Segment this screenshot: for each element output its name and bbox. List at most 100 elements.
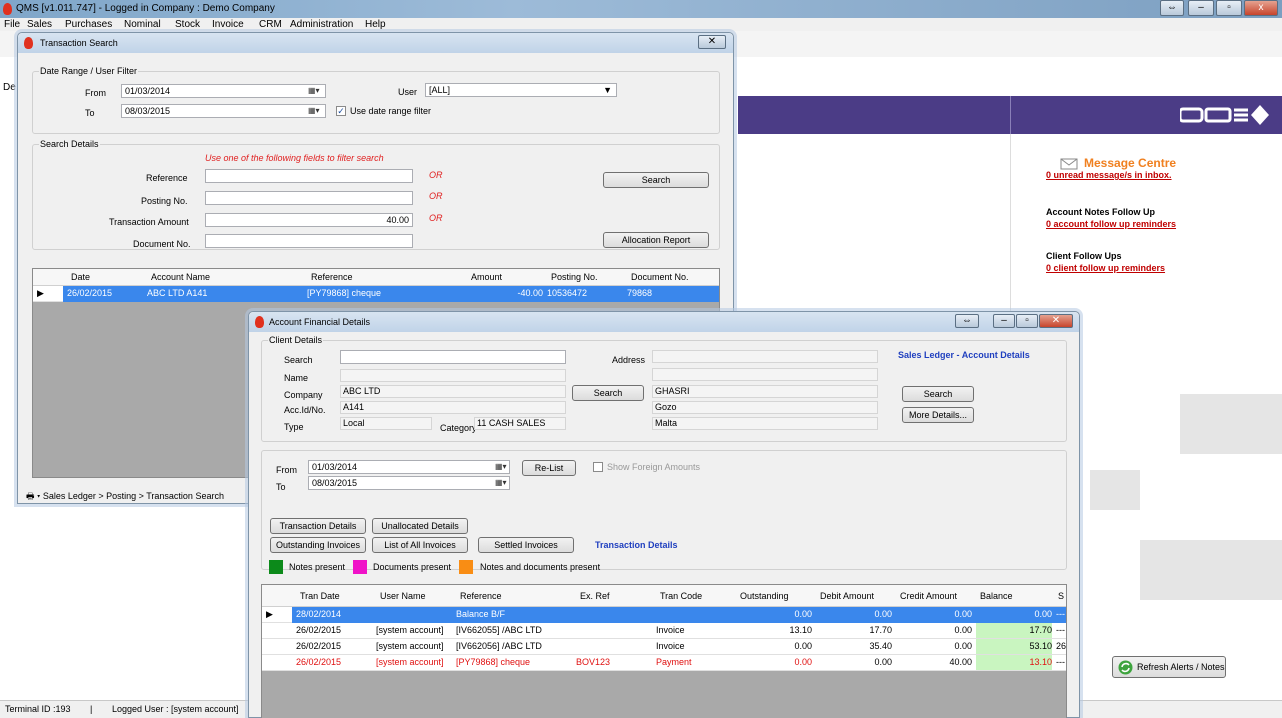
close-window-icon[interactable]: ✕	[698, 35, 726, 49]
cell-reference: Balance B/F	[456, 609, 506, 619]
date-range-group: Date Range / User Filter From 01/03/2014…	[32, 66, 720, 134]
col-user-name[interactable]: User Name	[380, 585, 426, 607]
cell-document-no: 79868	[627, 288, 653, 298]
col-document-no[interactable]: Document No.	[631, 269, 689, 286]
close-button[interactable]: x	[1244, 0, 1278, 16]
app-logo-icon	[3, 3, 12, 15]
col-amount[interactable]: Amount	[471, 269, 502, 286]
show-foreign-label: Show Foreign Amounts	[607, 462, 701, 472]
afd-to-date-input[interactable]: 08/03/2015	[308, 476, 510, 490]
table-row[interactable]: 26/02/2015 [system account] [IV662055] /…	[262, 623, 1066, 639]
col-tran-date[interactable]: Tran Date	[300, 585, 340, 607]
menu-invoice[interactable]: Invoice	[212, 18, 244, 31]
cell-balance: 53.10	[976, 639, 1052, 654]
window-logo-icon	[255, 316, 264, 328]
posting-no-input[interactable]	[205, 191, 413, 205]
table-row[interactable]: ▶ 28/02/2014 Balance B/F 0.00 0.00 0.00 …	[262, 607, 1066, 623]
or-label: OR	[429, 213, 443, 223]
client-followup-link[interactable]: 0 client follow up reminders	[1046, 263, 1165, 273]
active-tab-title: Transaction Details	[595, 540, 678, 550]
table-row[interactable]: 26/02/2015 [system account] [IV662056] /…	[262, 639, 1066, 655]
maximize-button[interactable]: ▫	[1016, 314, 1038, 328]
menu-purchases[interactable]: Purchases	[65, 18, 112, 31]
account-search-button[interactable]: Search	[902, 386, 974, 402]
col-s[interactable]: S	[1058, 585, 1064, 607]
minimize-button[interactable]: –	[1188, 0, 1214, 16]
calendar-dropdown-icon[interactable]: ▦▾	[495, 477, 510, 489]
refresh-alerts-button[interactable]: Refresh Alerts / Notes	[1112, 656, 1226, 678]
calendar-dropdown-icon[interactable]: ▦▾	[495, 461, 510, 473]
minimize-button[interactable]: –	[993, 314, 1015, 328]
calendar-dropdown-icon[interactable]: ▦▾	[308, 85, 323, 97]
col-credit-amount[interactable]: Credit Amount	[900, 585, 957, 607]
client-search-input[interactable]	[340, 350, 566, 364]
to-date-input[interactable]: 08/03/2015	[121, 104, 326, 118]
restore-icon[interactable]: ⇔	[955, 314, 979, 328]
transaction-amount-label: Transaction Amount	[109, 217, 189, 227]
printer-icon[interactable]: 🖶 ▾	[26, 491, 40, 501]
col-date[interactable]: Date	[71, 269, 90, 286]
cell-balance: 17.70	[976, 623, 1052, 638]
table-row[interactable]: 26/02/2015 [system account] [PY79868] ch…	[262, 655, 1066, 671]
search-button[interactable]: Search	[603, 172, 709, 188]
menu-nominal[interactable]: Nominal	[124, 18, 161, 31]
refresh-icon	[1118, 660, 1133, 675]
menu-administration[interactable]: Administration	[290, 18, 353, 31]
unread-messages-link[interactable]: 0 unread message/s in inbox.	[1046, 170, 1172, 180]
logged-user: Logged User : [system account]	[112, 704, 239, 714]
col-outstanding[interactable]: Outstanding	[740, 585, 789, 607]
col-ex-ref[interactable]: Ex. Ref	[580, 585, 610, 607]
document-no-input[interactable]	[205, 234, 413, 248]
cell-user-name: [system account]	[376, 657, 444, 667]
account-followup-link[interactable]: 0 account follow up reminders	[1046, 219, 1176, 229]
transaction-amount-input[interactable]: 40.00	[205, 213, 413, 227]
allocation-report-button[interactable]: Allocation Report	[603, 232, 709, 248]
cell-user-name: [system account]	[376, 625, 444, 635]
address-line	[652, 350, 878, 363]
address-value: Gozo	[655, 402, 677, 412]
col-tran-code[interactable]: Tran Code	[660, 585, 702, 607]
col-reference[interactable]: Reference	[311, 269, 353, 286]
tab-unallocated-details[interactable]: Unallocated Details	[372, 518, 468, 534]
afd-from-date-input[interactable]: 01/03/2014	[308, 460, 510, 474]
show-foreign-checkbox[interactable]	[593, 462, 603, 472]
menu-help[interactable]: Help	[365, 18, 386, 31]
from-date-input[interactable]: 01/03/2014	[121, 84, 326, 98]
use-date-range-checkbox[interactable]: ✓	[336, 106, 346, 116]
from-label: From	[85, 88, 106, 98]
legend-notes-documents: Notes and documents present	[480, 562, 601, 572]
legend-documents: Documents present	[373, 562, 452, 572]
tab-settled-invoices[interactable]: Settled Invoices	[478, 537, 574, 553]
col-reference[interactable]: Reference	[460, 585, 502, 607]
tab-outstanding-invoices[interactable]: Outstanding Invoices	[270, 537, 366, 553]
relist-button[interactable]: Re-List	[522, 460, 576, 476]
user-select[interactable]: [ALL] ▼	[425, 83, 617, 97]
table-row[interactable]: ▶ 26/02/2015 ABC LTD A141 [PY79868] cheq…	[33, 286, 719, 302]
cell-credit-amount: 40.00	[949, 657, 972, 667]
filter-group: From 01/03/2014 ▦▾ To 08/03/2015 ▦▾ Re-L…	[261, 450, 1067, 570]
documents-present-swatch	[353, 560, 367, 574]
reference-input[interactable]	[205, 169, 413, 183]
calendar-dropdown-icon[interactable]: ▦▾	[308, 105, 323, 117]
client-search-button[interactable]: Search	[572, 385, 644, 401]
menu-crm[interactable]: CRM	[259, 18, 282, 31]
posting-no-label: Posting No.	[141, 196, 188, 206]
close-button[interactable]: ✕	[1039, 314, 1073, 328]
more-details-button[interactable]: More Details...	[902, 407, 974, 423]
left-pane-fragment: De	[3, 82, 16, 93]
col-debit-amount[interactable]: Debit Amount	[820, 585, 874, 607]
tab-transaction-details[interactable]: Transaction Details	[270, 518, 366, 534]
document-no-label: Document No.	[133, 239, 191, 249]
restore-icon[interactable]: ⇔	[1160, 0, 1184, 16]
col-posting-no[interactable]: Posting No.	[551, 269, 598, 286]
col-account-name[interactable]: Account Name	[151, 269, 210, 286]
to-date-value: 08/03/2015	[125, 106, 171, 116]
maximize-button[interactable]: ▫	[1216, 0, 1242, 16]
account-financial-details-window: Account Financial Details ⇔ – ▫ ✕ Client…	[248, 311, 1080, 718]
col-balance[interactable]: Balance	[980, 585, 1013, 607]
menu-file[interactable]: File	[4, 18, 20, 31]
menu-stock[interactable]: Stock	[175, 18, 200, 31]
tab-list-of-all-invoices[interactable]: List of All Invoices	[372, 537, 468, 553]
menu-sales[interactable]: Sales	[27, 18, 52, 31]
cell-s: ---	[1056, 625, 1065, 635]
